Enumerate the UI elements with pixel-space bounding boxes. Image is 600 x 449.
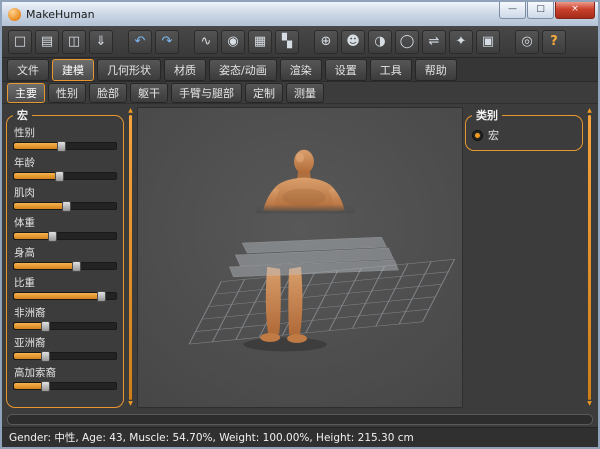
scroll-down-icon[interactable]: ▼ — [587, 401, 592, 407]
scrollbar-track[interactable] — [588, 115, 591, 400]
load-file-icon[interactable]: ▤ — [35, 30, 59, 54]
tab-custom[interactable]: 定制 — [245, 83, 283, 103]
category-panel: 类别 宏 — [465, 107, 583, 408]
status-text: Gender: 中性, Age: 43, Muscle: 54.70%, Wei… — [9, 430, 414, 445]
sub-tab-bar: 主要 性别 脸部 躯干 手臂与腿部 定制 测量 — [2, 82, 598, 104]
scroll-up-icon[interactable]: ▲ — [128, 108, 133, 114]
slider-caucasian: 高加索裔 — [13, 365, 117, 390]
scroll-up-icon[interactable]: ▲ — [587, 108, 592, 114]
menu-tab-bar: 文件 建模 几何形状 材质 姿态/动画 渲染 设置 工具 帮助 — [2, 58, 598, 82]
menu-tab-materials[interactable]: 材质 — [164, 59, 206, 81]
slider-weight-handle[interactable] — [48, 231, 57, 242]
slider-age-handle[interactable] — [55, 171, 64, 182]
maximize-button[interactable]: □ — [527, 2, 554, 19]
slider-weight-track[interactable] — [13, 232, 117, 240]
progress-bar — [7, 414, 593, 425]
slider-height-track[interactable] — [13, 262, 117, 270]
left-panel-scrollbar[interactable]: ▲ ▼ — [126, 107, 135, 408]
measure-planes — [229, 237, 398, 277]
close-button[interactable]: × — [555, 2, 595, 19]
orbit-view-icon[interactable]: ◯ — [395, 30, 419, 54]
tab-arms-legs[interactable]: 手臂与腿部 — [171, 83, 242, 103]
tab-measure[interactable]: 测量 — [286, 83, 324, 103]
makehuman-window: MakeHuman — □ × □ ▤ ◫ ⇓ ↶ ↷ ∿ ◉ ▦ ▚ ⊕ ☻ … — [0, 0, 600, 449]
scroll-down-icon[interactable]: ▼ — [128, 401, 133, 407]
slider-gender-track[interactable] — [13, 142, 117, 150]
slider-caucasian-handle[interactable] — [41, 381, 50, 392]
top-view-icon[interactable]: ⊕ — [314, 30, 338, 54]
slider-proportions-handle[interactable] — [97, 291, 106, 302]
slider-height-handle[interactable] — [72, 261, 81, 272]
wireframe-icon[interactable]: ▦ — [248, 30, 272, 54]
category-option-label: 宏 — [488, 127, 499, 143]
slider-gender-handle[interactable] — [57, 141, 66, 152]
slider-caucasian-track[interactable] — [13, 382, 117, 390]
camera-icon[interactable]: ◎ — [515, 30, 539, 54]
window-title: MakeHuman — [26, 8, 498, 21]
app-logo-icon — [8, 8, 21, 21]
minimize-button[interactable]: — — [499, 2, 526, 19]
slider-gender: 性别 — [13, 125, 117, 150]
menu-tab-file[interactable]: 文件 — [7, 59, 49, 81]
tab-main[interactable]: 主要 — [7, 83, 45, 103]
tab-torso[interactable]: 躯干 — [130, 83, 168, 103]
menu-tab-settings[interactable]: 设置 — [325, 59, 367, 81]
slider-asian: 亚洲裔 — [13, 335, 117, 360]
title-bar[interactable]: MakeHuman — □ × — [2, 2, 598, 26]
slider-age: 年龄 — [13, 155, 117, 180]
category-panel-title: 类别 — [472, 107, 502, 123]
slider-proportions: 比重 — [13, 275, 117, 300]
slider-african: 非洲裔 — [13, 305, 117, 330]
slider-muscle-handle[interactable] — [62, 201, 71, 212]
category-option-macro[interactable]: 宏 — [472, 125, 576, 144]
grab-screen-icon[interactable]: ▣ — [476, 30, 500, 54]
macro-groupbox: 宏 性别 年龄 肌肉 — [6, 107, 124, 408]
status-bar: Gender: 中性, Age: 43, Muscle: 54.70%, Wei… — [2, 427, 598, 447]
front-view-icon[interactable]: ☻ — [341, 30, 365, 54]
redo-icon[interactable]: ↷ — [155, 30, 179, 54]
slider-height: 身高 — [13, 245, 117, 270]
slider-muscle-track[interactable] — [13, 202, 117, 210]
slider-muscle: 肌肉 — [13, 185, 117, 210]
symmetry-icon[interactable]: ⇌ — [422, 30, 446, 54]
right-panel-scrollbar[interactable]: ▲ ▼ — [585, 107, 594, 408]
tab-face[interactable]: 脸部 — [89, 83, 127, 103]
new-file-icon[interactable]: □ — [8, 30, 32, 54]
main-area: 宏 性别 年龄 肌肉 — [2, 104, 598, 411]
window-controls: — □ × — [498, 2, 598, 19]
menu-tab-geometries[interactable]: 几何形状 — [97, 59, 161, 81]
help-icon[interactable]: ? — [542, 30, 566, 54]
radio-selected-icon — [472, 130, 483, 141]
undo-icon[interactable]: ↶ — [128, 30, 152, 54]
slider-age-track[interactable] — [13, 172, 117, 180]
slider-asian-track[interactable] — [13, 352, 117, 360]
slider-proportions-track[interactable] — [13, 292, 117, 300]
background-icon[interactable]: ▚ — [275, 30, 299, 54]
macro-panel: 宏 性别 年龄 肌肉 — [6, 107, 124, 408]
viewport-canvas — [138, 108, 462, 407]
pose-icon[interactable]: ✦ — [449, 30, 473, 54]
slider-african-handle[interactable] — [41, 321, 50, 332]
subdivide-icon[interactable]: ◉ — [221, 30, 245, 54]
slider-weight: 体重 — [13, 215, 117, 240]
progress-row — [2, 411, 598, 427]
scrollbar-track[interactable] — [129, 115, 132, 400]
slider-african-track[interactable] — [13, 322, 117, 330]
menu-tab-pose-animate[interactable]: 姿态/动画 — [209, 59, 277, 81]
slider-asian-handle[interactable] — [41, 351, 50, 362]
tab-gender[interactable]: 性别 — [48, 83, 86, 103]
macro-panel-title: 宏 — [13, 107, 32, 123]
main-toolbar: □ ▤ ◫ ⇓ ↶ ↷ ∿ ◉ ▦ ▚ ⊕ ☻ ◑ ◯ ⇌ ✦ ▣ ◎ ? — [2, 26, 598, 58]
menu-tab-help[interactable]: 帮助 — [415, 59, 457, 81]
smooth-shading-icon[interactable]: ∿ — [194, 30, 218, 54]
side-view-icon[interactable]: ◑ — [368, 30, 392, 54]
save-file-icon[interactable]: ◫ — [62, 30, 86, 54]
category-groupbox: 类别 宏 — [465, 107, 583, 151]
export-file-icon[interactable]: ⇓ — [89, 30, 113, 54]
menu-tab-utilities[interactable]: 工具 — [370, 59, 412, 81]
viewport-3d[interactable] — [137, 107, 463, 408]
menu-tab-rendering[interactable]: 渲染 — [280, 59, 322, 81]
menu-tab-modelling[interactable]: 建模 — [52, 59, 94, 81]
